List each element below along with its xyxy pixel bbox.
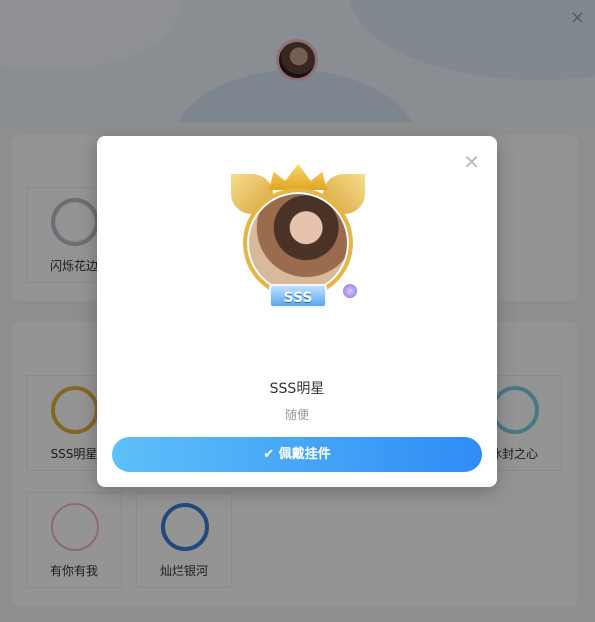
frame-detail-dialog: ✕ SSS SSS明星 随便 ✔ 佩戴挂件 bbox=[97, 136, 497, 487]
frame-preview-large: SSS bbox=[229, 164, 367, 314]
crown-icon bbox=[269, 164, 327, 190]
frame-name: SSS明星 bbox=[269, 381, 325, 397]
avatar bbox=[243, 188, 353, 298]
sss-badge: SSS bbox=[269, 284, 327, 308]
wear-frame-button[interactable]: ✔ 佩戴挂件 bbox=[112, 437, 482, 472]
frame-description: 随便 bbox=[284, 408, 309, 422]
close-icon[interactable]: ✕ bbox=[463, 150, 480, 174]
gem-icon bbox=[343, 284, 357, 298]
